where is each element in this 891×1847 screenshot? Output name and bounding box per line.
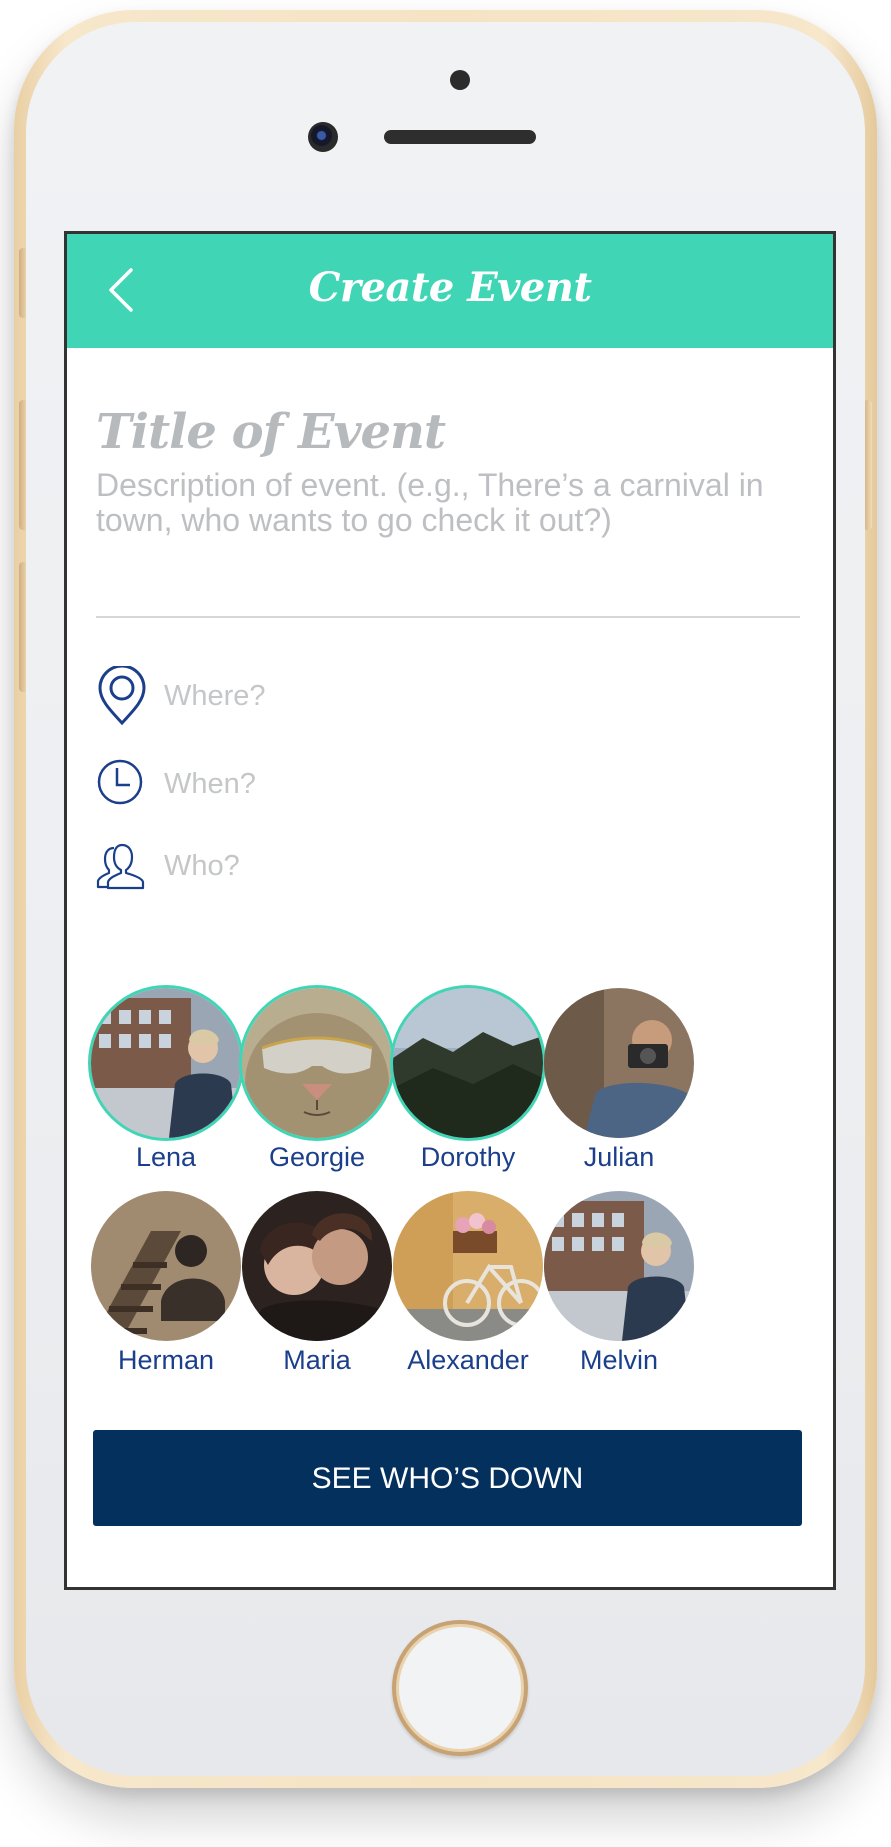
photo-mountains — [393, 988, 543, 1138]
avatar — [91, 988, 241, 1138]
friend-alexander[interactable]: Alexander — [388, 1191, 548, 1376]
where-field[interactable]: Where? — [96, 666, 796, 726]
friend-name: Lena — [135, 1142, 197, 1172]
photo-man-camera — [544, 988, 694, 1138]
clock-icon — [97, 759, 143, 805]
avatar — [91, 1191, 241, 1341]
friend-maria[interactable]: Maria — [237, 1191, 397, 1376]
earpiece-speaker — [384, 130, 536, 144]
friend-name: Herman — [117, 1345, 215, 1375]
friend-melvin[interactable]: Melvin — [539, 1191, 699, 1376]
see-whos-down-button[interactable]: SEE WHO’S DOWN — [93, 1430, 802, 1526]
event-description-input[interactable]: Description of event. (e.g., There’s a c… — [96, 468, 808, 538]
friend-name: Alexander — [407, 1345, 529, 1375]
avatar — [393, 988, 543, 1138]
photo-couple — [242, 1191, 392, 1341]
event-title-input[interactable]: Title of Event — [96, 404, 796, 460]
friend-name: Maria — [283, 1345, 351, 1375]
friend-name: Julian — [583, 1142, 655, 1172]
where-label: Where? — [164, 680, 266, 712]
friend-lena[interactable]: Lena — [86, 988, 246, 1173]
when-field[interactable]: When? — [96, 754, 796, 814]
friend-herman[interactable]: Herman — [86, 1191, 246, 1376]
avatar — [242, 988, 392, 1138]
who-field[interactable]: Who? — [96, 836, 796, 896]
who-label: Who? — [164, 850, 240, 882]
people-icon — [96, 843, 145, 890]
avatar — [393, 1191, 543, 1341]
app-screen: Create Event Title of Event Description … — [64, 231, 836, 1590]
avatar — [544, 988, 694, 1138]
photo-railroad-tracks — [91, 1191, 241, 1341]
home-button[interactable] — [392, 1620, 528, 1756]
friend-dorothy[interactable]: Dorothy — [388, 988, 548, 1173]
friend-georgie[interactable]: Georgie — [237, 988, 397, 1173]
friend-name: Melvin — [579, 1345, 659, 1375]
photo-cat-sunglasses — [242, 988, 392, 1138]
avatar — [242, 1191, 392, 1341]
friend-name: Dorothy — [420, 1142, 516, 1172]
when-label: When? — [164, 768, 256, 800]
divider — [96, 616, 800, 618]
nav-bar: Create Event — [67, 234, 833, 348]
location-pin-icon — [98, 666, 146, 726]
photo-street-man — [544, 1191, 694, 1341]
photo-street-man — [91, 988, 241, 1138]
proximity-sensor — [450, 70, 470, 90]
photo-bicycle-flowers — [393, 1191, 543, 1341]
friend-julian[interactable]: Julian — [539, 988, 699, 1173]
avatar — [544, 1191, 694, 1341]
friend-name: Georgie — [268, 1142, 366, 1172]
page-title: Create Event — [308, 264, 592, 311]
front-camera — [308, 122, 338, 152]
